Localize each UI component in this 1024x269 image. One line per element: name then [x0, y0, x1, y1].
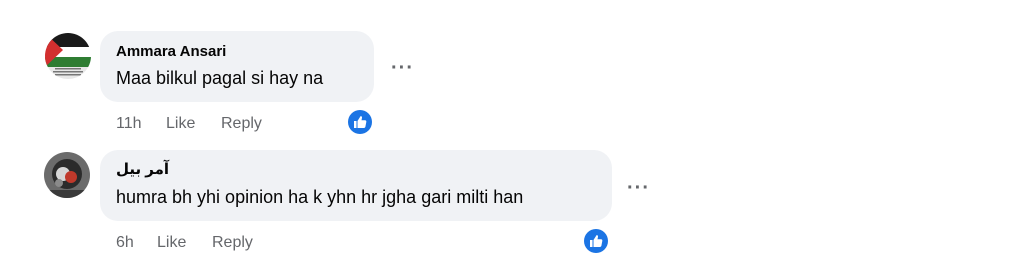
like-reaction-icon[interactable] — [348, 110, 372, 134]
more-options-button[interactable]: ··· — [627, 178, 650, 198]
like-reaction-icon[interactable] — [584, 229, 608, 253]
comment-author[interactable]: آمر بیل — [116, 160, 169, 178]
comment-bubble — [100, 150, 612, 221]
comment-time[interactable]: 11h — [116, 115, 142, 133]
comment-text: Maa bilkul pagal si hay na — [116, 68, 324, 88]
like-button[interactable]: Like — [157, 234, 186, 252]
comment-time[interactable]: 6h — [116, 234, 134, 252]
avatar[interactable] — [44, 152, 90, 198]
like-button[interactable]: Like — [166, 115, 195, 133]
comment-text: humra bh yhi opinion ha k yhn hr jgha ga… — [116, 187, 524, 207]
reply-button[interactable]: Reply — [221, 115, 262, 133]
comment-author[interactable]: Ammara Ansari — [116, 43, 226, 60]
comment-bubble — [100, 31, 374, 102]
more-options-button[interactable]: ··· — [391, 58, 414, 78]
avatar[interactable] — [45, 33, 91, 79]
reply-button[interactable]: Reply — [212, 234, 253, 252]
